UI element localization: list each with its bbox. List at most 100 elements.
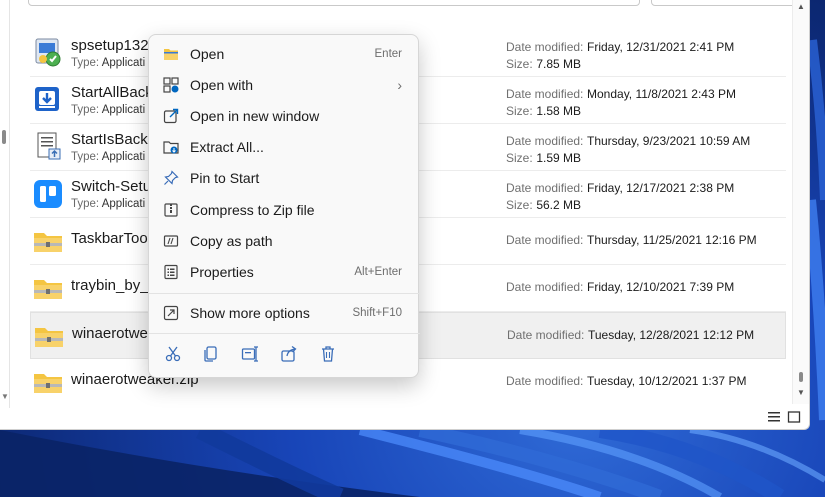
address-bar[interactable]: [28, 0, 640, 6]
meta-value: 1.59 MB: [536, 151, 582, 165]
date-modified: Date modified: Friday, 12/10/2021 7:39 P…: [506, 279, 734, 294]
menu-item-copy-as-path[interactable]: Copy as path: [153, 226, 416, 256]
new-window-icon: [163, 108, 179, 124]
date-modified: Date modified: Thursday, 11/25/2021 12:1…: [506, 232, 757, 247]
menu-item-open[interactable]: Open Enter: [153, 39, 416, 69]
type-label: Type:: [71, 151, 100, 163]
meta-value: Friday, 12/17/2021 2:38 PM: [587, 181, 735, 195]
open-with-icon: [163, 77, 179, 93]
date-modified: Date modified: Friday, 12/17/2021 2:38 P…: [506, 180, 734, 195]
menu-item-open-in-new-window[interactable]: Open in new window: [153, 101, 416, 131]
menu-item-label: Extract All...: [190, 139, 264, 155]
meta-label: Size:: [506, 57, 533, 71]
menu-item-label: Copy as path: [190, 233, 273, 249]
menu-item-extract-all[interactable]: Extract All...: [153, 132, 416, 162]
file-name: winaerotwe: [72, 325, 148, 342]
rename-icon[interactable]: [241, 345, 259, 363]
zip-folder-icon: [34, 280, 62, 299]
zip-folder-icon: [34, 233, 62, 252]
date-modified: Date modified: Monday, 11/8/2021 2:43 PM: [506, 86, 736, 101]
date-modified: Date modified: Thursday, 9/23/2021 10:59…: [506, 133, 750, 148]
meta-label: Size:: [506, 104, 533, 118]
menu-separator: [149, 293, 420, 294]
menu-item-shortcut: Alt+Enter: [354, 266, 402, 278]
details-view-icon[interactable]: [767, 411, 781, 423]
zip-folder-icon: [35, 328, 63, 347]
copy-icon[interactable]: [202, 345, 220, 363]
chevron-right-icon: ›: [397, 77, 402, 93]
meta-value: Friday, 12/10/2021 7:39 PM: [587, 280, 735, 294]
date-modified: Date modified: Tuesday, 10/12/2021 1:37 …: [506, 373, 746, 388]
startallback-icon: [35, 87, 59, 111]
file-type: Type: Applicati: [71, 151, 145, 163]
date-modified: Date modified: Friday, 12/31/2021 2:41 P…: [506, 39, 734, 54]
menu-item-label: Open with: [190, 77, 254, 93]
delete-icon[interactable]: [319, 345, 337, 363]
type-value: Applicati: [101, 151, 146, 163]
type-value: Applicati: [101, 104, 146, 116]
file-name: TaskbarTool: [71, 230, 152, 247]
file-list-scrollbar[interactable]: ▲ ▼: [792, 0, 809, 404]
file-name: Switch-Setu: [71, 178, 152, 195]
meta-label: Size:: [506, 198, 533, 212]
navigation-scroll-down-arrow[interactable]: ▼: [1, 392, 9, 401]
extract-icon: [163, 141, 179, 154]
cut-icon[interactable]: [164, 345, 182, 363]
meta-label: Date modified:: [506, 40, 584, 54]
type-label: Type:: [71, 198, 100, 210]
menu-item-label: Open: [190, 46, 225, 62]
menu-item-shortcut: Shift+F10: [352, 307, 402, 319]
quick-actions-bar: [161, 343, 411, 367]
meta-value: Tuesday, 12/28/2021 12:12 PM: [588, 328, 755, 342]
menu-item-label: Compress to Zip file: [190, 202, 315, 218]
menu-item-show-more-options[interactable]: Show more options Shift+F10: [153, 298, 416, 328]
menu-item-properties[interactable]: Properties Alt+Enter: [153, 257, 416, 287]
menu-item-shortcut: Enter: [374, 48, 403, 60]
installer-icon: [35, 38, 61, 67]
meta-label: Date modified:: [506, 181, 584, 195]
meta-label: Date modified:: [506, 233, 584, 247]
meta-label: Size:: [506, 151, 533, 165]
menu-item-label: Show more options: [190, 305, 310, 321]
menu-separator: [149, 333, 420, 334]
scroll-down-arrow[interactable]: ▼: [797, 388, 805, 397]
file-name: StartAllBack: [71, 84, 153, 101]
menu-item-label: Properties: [190, 264, 254, 280]
share-icon[interactable]: [280, 345, 298, 363]
copy-path-icon: [163, 235, 179, 247]
meta-value: Friday, 12/31/2021 2:41 PM: [587, 40, 735, 54]
large-icons-view-icon[interactable]: [787, 411, 801, 423]
file-size: Size: 7.85 MB: [506, 56, 581, 71]
meta-value: 1.58 MB: [536, 104, 582, 118]
type-value: Applicati: [101, 198, 146, 210]
file-name: spsetup132.: [71, 37, 153, 54]
type-label: Type:: [71, 57, 100, 69]
menu-item-label: Open in new window: [190, 108, 320, 124]
scroll-up-arrow[interactable]: ▲: [797, 2, 805, 11]
pin-icon: [164, 170, 179, 185]
switch-app-icon: [34, 180, 62, 208]
meta-value: Tuesday, 10/12/2021 1:37 PM: [587, 374, 747, 388]
menu-item-label: Pin to Start: [190, 170, 260, 186]
properties-icon: [164, 264, 178, 280]
more-options-icon: [163, 305, 179, 321]
file-name: StartIsBackT: [71, 131, 157, 148]
date-modified: Date modified: Tuesday, 12/28/2021 12:12…: [507, 327, 754, 342]
menu-item-open-with[interactable]: Open with ›: [153, 70, 416, 100]
file-size: Size: 1.59 MB: [506, 150, 581, 165]
type-value: Applicati: [101, 57, 146, 69]
meta-label: Date modified:: [506, 134, 584, 148]
meta-value: 56.2 MB: [536, 198, 582, 212]
meta-value: 7.85 MB: [536, 57, 582, 71]
type-label: Type:: [71, 104, 100, 116]
navigation-pane-scrollbar[interactable]: ▼: [0, 0, 10, 408]
navigation-scroll-thumb[interactable]: [2, 130, 6, 144]
file-size: Size: 1.58 MB: [506, 103, 581, 118]
search-box[interactable]: [651, 0, 797, 6]
meta-label: Date modified:: [506, 374, 584, 388]
menu-item-pin-to-start[interactable]: Pin to Start: [153, 163, 416, 193]
scroll-thumb[interactable]: [799, 372, 803, 382]
file-type: Type: Applicati: [71, 104, 145, 116]
menu-item-compress-to-zip[interactable]: Compress to Zip file: [153, 195, 416, 225]
open-folder-icon: [164, 49, 178, 60]
